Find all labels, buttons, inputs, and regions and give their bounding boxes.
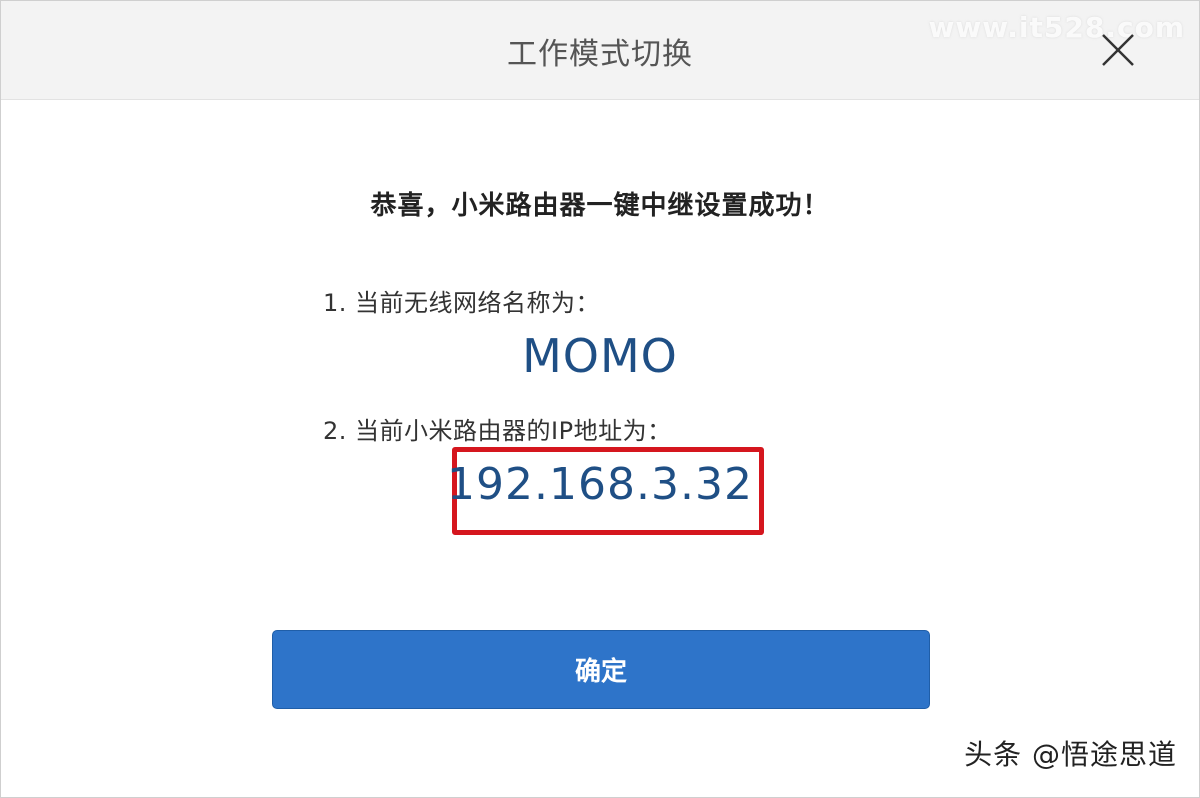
ip-address-label: 2. 当前小米路由器的IP地址为： — [323, 417, 672, 445]
close-icon — [1102, 34, 1134, 66]
confirm-button[interactable]: 确定 — [272, 630, 930, 709]
ip-address-value: 192.168.3.32 — [447, 459, 753, 510]
success-message: 恭喜，小米路由器一键中继设置成功！ — [370, 191, 830, 221]
close-button[interactable] — [1099, 31, 1137, 69]
bottom-watermark: 头条 @悟途思道 — [964, 738, 1177, 771]
confirm-button-label: 确定 — [574, 657, 627, 687]
top-watermark: www.it528.com — [928, 11, 1185, 44]
dialog-header: 工作模式切换 www.it528.com — [1, 1, 1199, 100]
work-mode-dialog: 工作模式切换 www.it528.com 恭喜，小米路由器一键中继设置成功！ 1… — [0, 0, 1200, 798]
wifi-name-value: MOMO — [522, 329, 678, 383]
wifi-name-label: 1. 当前无线网络名称为： — [323, 289, 601, 317]
